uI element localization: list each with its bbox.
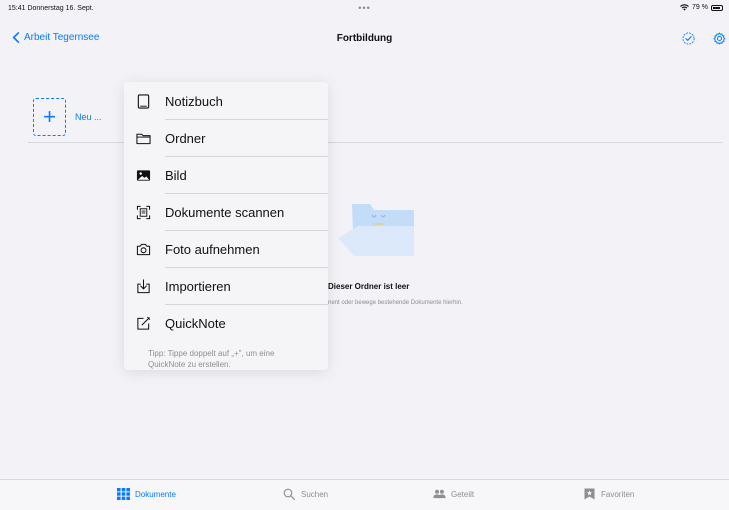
new-document-button[interactable]: + xyxy=(33,98,66,136)
empty-state-subtitle: nent oder bewege bestehende Dokumente hi… xyxy=(328,300,463,306)
menu-item-image[interactable]: Bild xyxy=(124,157,328,194)
menu-tip: Tipp: Tippe doppelt auf „+", um eine Qui… xyxy=(148,348,318,370)
tab-label: Geteilt xyxy=(451,489,475,499)
new-document-label[interactable]: Neu ... xyxy=(75,112,102,122)
empty-folder-icon xyxy=(338,204,414,256)
navigation-bar: Arbeit Tegernsee Fortbildung xyxy=(0,30,729,50)
app-window: 15:41 Donnerstag 16. Sept. ••• 79 % Arbe… xyxy=(0,0,729,510)
tab-shared[interactable]: Geteilt xyxy=(433,488,474,500)
new-item-menu: Notizbuch Ordner Bild Dokumente scannen … xyxy=(124,82,328,370)
folder-icon xyxy=(136,133,151,145)
menu-item-label: Ordner xyxy=(165,131,206,146)
people-icon xyxy=(433,489,446,499)
select-checkmark-icon[interactable] xyxy=(682,32,695,45)
menu-item-take-photo[interactable]: Foto aufnehmen xyxy=(124,231,328,268)
menu-item-import[interactable]: Importieren xyxy=(124,268,328,305)
import-icon xyxy=(137,279,150,294)
menu-item-label: Notizbuch xyxy=(165,94,223,109)
image-icon xyxy=(136,170,151,181)
wifi-icon xyxy=(680,4,689,11)
notebook-icon xyxy=(137,94,150,109)
menu-item-notebook[interactable]: Notizbuch xyxy=(124,83,328,120)
status-bar: 15:41 Donnerstag 16. Sept. ••• 79 % xyxy=(0,0,729,18)
tip-line: QuickNote zu erstellen. xyxy=(148,360,231,369)
tab-label: Suchen xyxy=(301,489,329,499)
menu-item-label: QuickNote xyxy=(165,316,226,331)
camera-icon xyxy=(136,243,151,256)
menu-item-scan-documents[interactable]: Dokumente scannen xyxy=(124,194,328,231)
menu-item-label: Importieren xyxy=(165,279,231,294)
menu-item-label: Bild xyxy=(165,168,187,183)
scan-icon xyxy=(136,205,151,220)
nav-actions xyxy=(682,32,726,45)
settings-gear-icon[interactable] xyxy=(713,32,726,45)
tab-label: Favoriten xyxy=(601,489,635,499)
tab-documents[interactable]: Dokumente xyxy=(117,488,176,500)
quicknote-icon xyxy=(137,316,151,330)
menu-item-quicknote[interactable]: QuickNote xyxy=(124,305,328,342)
bookmark-icon xyxy=(584,488,595,500)
menu-item-label: Foto aufnehmen xyxy=(165,242,260,257)
tip-line: Tipp: Tippe doppelt auf „+", um eine xyxy=(148,349,275,358)
menu-item-folder[interactable]: Ordner xyxy=(124,120,328,157)
status-right: 79 % xyxy=(680,4,723,11)
menu-item-label: Dokumente scannen xyxy=(165,205,285,220)
tab-label: Dokumente xyxy=(135,489,176,499)
grid-icon xyxy=(117,488,130,500)
tab-bar: Dokumente Suchen Geteilt Favoriten xyxy=(0,479,729,510)
empty-state-title: Dieser Ordner ist leer xyxy=(328,282,410,291)
multitasking-dots[interactable]: ••• xyxy=(0,3,729,13)
tab-search[interactable]: Suchen xyxy=(283,488,328,500)
battery-percent: 79 % xyxy=(692,4,708,11)
tab-favorites[interactable]: Favoriten xyxy=(583,488,634,500)
plus-icon: + xyxy=(43,104,56,129)
page-title: Fortbildung xyxy=(336,33,393,44)
battery-icon xyxy=(711,4,723,11)
search-icon xyxy=(283,488,296,500)
